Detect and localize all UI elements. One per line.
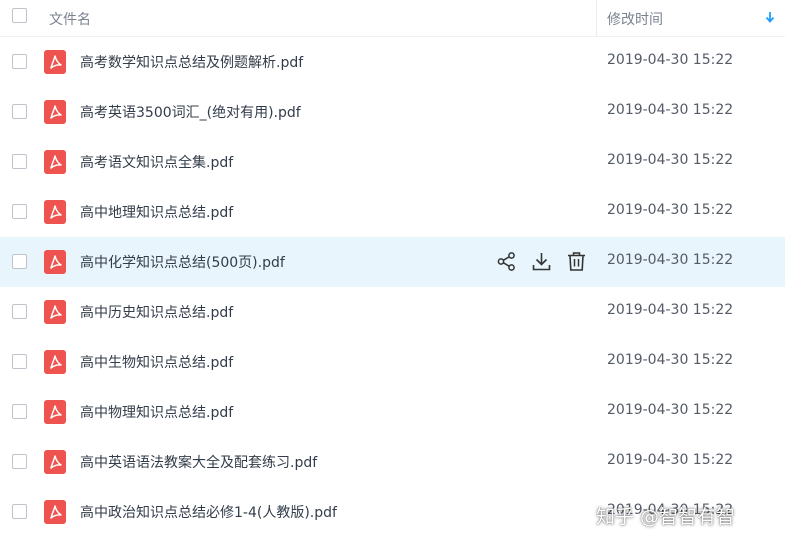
modified-time: 2019-04-30 15:22 [607,152,734,168]
row-checkbox[interactable] [12,54,27,69]
file-name[interactable]: 高中地理知识点总结.pdf [80,202,233,222]
file-row[interactable]: 高中化学知识点总结(500页).pdf 2019-04-30 15:22 [0,237,785,287]
row-checkbox[interactable] [12,504,27,519]
modified-time: 2019-04-30 15:22 [607,352,734,368]
file-row[interactable]: 高中生物知识点总结.pdf 2019-04-30 15:22 [0,337,785,387]
modified-time: 2019-04-30 15:22 [607,302,734,318]
file-name[interactable]: 高中历史知识点总结.pdf [80,302,233,322]
file-name[interactable]: 高中化学知识点总结(500页).pdf [80,252,285,272]
file-row[interactable]: 高考数学知识点总结及例题解析.pdf 2019-04-30 15:22 [0,37,785,87]
row-checkbox[interactable] [12,404,27,419]
file-name[interactable]: 高中生物知识点总结.pdf [80,352,233,372]
download-icon [532,253,551,271]
file-row[interactable]: 高考语文知识点全集.pdf 2019-04-30 15:22 [0,137,785,187]
delete-button[interactable] [566,251,587,272]
file-name[interactable]: 高中政治知识点总结必修1-4(人教版).pdf [80,502,337,522]
delete-icon [568,252,585,271]
pdf-file-icon [44,400,66,424]
column-divider [596,0,597,36]
modified-time: 2019-04-30 15:22 [607,52,734,68]
file-rows: 高考数学知识点总结及例题解析.pdf 2019-04-30 15:22 高考英语35… [0,37,785,537]
pdf-file-icon [44,500,66,524]
pdf-file-icon [44,200,66,224]
time-column-header[interactable]: 修改时间 [607,9,663,29]
download-button[interactable] [531,251,552,272]
row-checkbox[interactable] [12,204,27,219]
pdf-file-icon [44,350,66,374]
file-name[interactable]: 高中英语语法教案大全及配套练习.pdf [80,452,317,472]
modified-time: 2019-04-30 15:22 [607,202,734,218]
row-checkbox[interactable] [12,304,27,319]
pdf-file-icon [44,300,66,324]
modified-time: 2019-04-30 15:22 [607,102,734,118]
name-column-header[interactable]: 文件名 [49,9,91,29]
pdf-file-icon [44,100,66,124]
select-all-checkbox[interactable] [12,8,27,23]
file-row[interactable]: 高考英语3500词汇_(绝对有用).pdf 2019-04-30 15:22 [0,87,785,137]
sort-descending-icon[interactable] [763,9,777,25]
modified-time: 2019-04-30 15:22 [607,452,734,468]
row-checkbox[interactable] [12,454,27,469]
file-name[interactable]: 高考语文知识点全集.pdf [80,152,233,172]
pdf-file-icon [44,250,66,274]
file-name[interactable]: 高中物理知识点总结.pdf [80,402,233,422]
pdf-file-icon [44,50,66,74]
modified-time: 2019-04-30 15:22 [607,252,734,268]
file-name[interactable]: 高考英语3500词汇_(绝对有用).pdf [80,102,301,122]
row-checkbox[interactable] [12,354,27,369]
watermark: 知乎 @智智有智 [596,506,736,528]
file-list-header: 文件名 修改时间 [0,0,785,37]
pdf-file-icon [44,450,66,474]
file-row[interactable]: 高中英语语法教案大全及配套练习.pdf 2019-04-30 15:22 [0,437,785,487]
share-button[interactable] [496,251,517,272]
file-list: 文件名 修改时间 高考数学知识点总结及例题解析.pdf 2019-04-30 15… [0,0,785,537]
modified-time: 2019-04-30 15:22 [607,402,734,418]
row-checkbox[interactable] [12,254,27,269]
row-actions [496,251,587,272]
pdf-file-icon [44,150,66,174]
row-checkbox[interactable] [12,154,27,169]
file-row[interactable]: 高中历史知识点总结.pdf 2019-04-30 15:22 [0,287,785,337]
share-icon [497,252,515,271]
row-checkbox[interactable] [12,104,27,119]
file-name[interactable]: 高考数学知识点总结及例题解析.pdf [80,52,303,72]
file-row[interactable]: 高中地理知识点总结.pdf 2019-04-30 15:22 [0,187,785,237]
file-row[interactable]: 高中物理知识点总结.pdf 2019-04-30 15:22 [0,387,785,437]
